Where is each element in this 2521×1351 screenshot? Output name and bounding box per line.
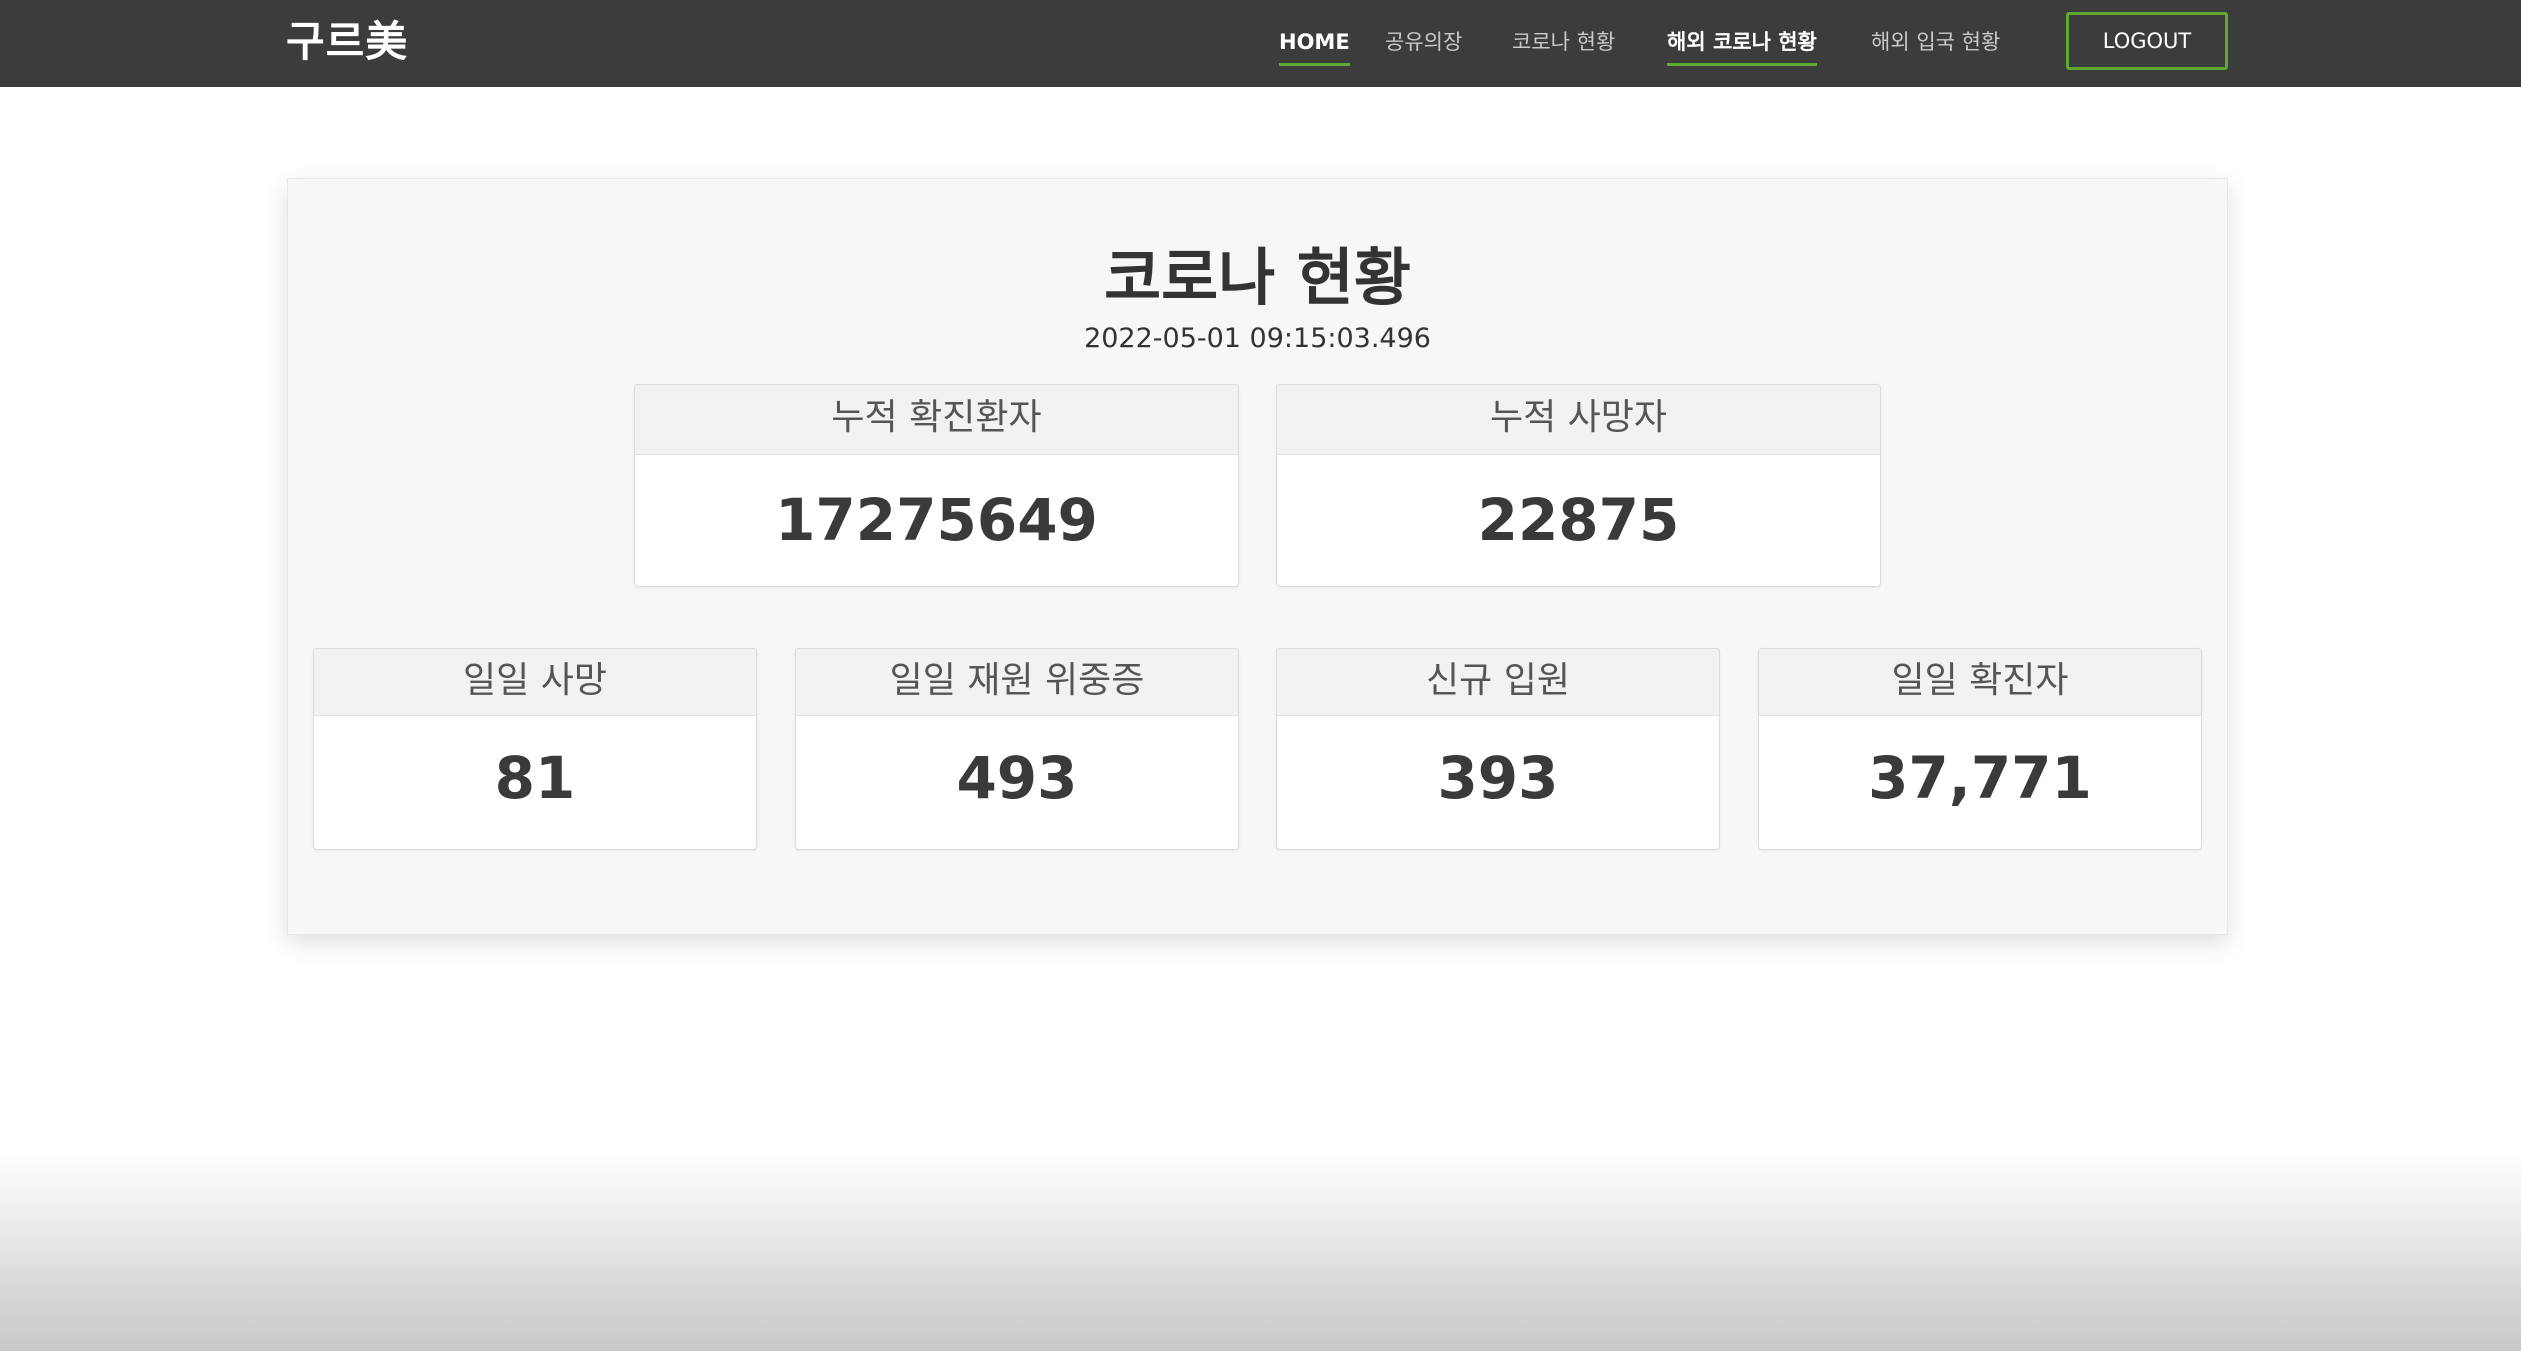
nav-link-shared-council[interactable]: 공유의장 — [1385, 22, 1462, 62]
card-value: 81 — [494, 744, 576, 812]
card-label: 신규 입원 — [1277, 649, 1719, 716]
card-label: 누적 사망자 — [1277, 385, 1880, 455]
card-label: 일일 확진자 — [1759, 649, 2201, 716]
nav-link-overseas-corona[interactable]: 해외 코로나 현황 — [1667, 22, 1817, 66]
card-label: 누적 확진환자 — [635, 385, 1238, 455]
daily-deaths-card: 일일 사망 81 — [313, 648, 757, 850]
nav-link-corona-status[interactable]: 코로나 현황 — [1512, 22, 1615, 62]
nav-link-home[interactable]: HOME — [1279, 22, 1350, 66]
card-label: 일일 재원 위중증 — [796, 649, 1238, 716]
logout-button[interactable]: LOGOUT — [2066, 12, 2228, 70]
update-timestamp: 2022-05-01 09:15:03.496 — [1084, 323, 1431, 354]
nav-link-overseas-entry[interactable]: 해외 입국 현황 — [1871, 22, 2000, 62]
card-label: 일일 사망 — [314, 649, 756, 716]
daily-confirmed-card: 일일 확진자 37,771 — [1758, 648, 2202, 850]
card-value: 22875 — [1477, 486, 1680, 554]
card-value: 493 — [956, 744, 1078, 812]
card-value: 393 — [1437, 744, 1559, 812]
corona-status-panel: 코로나 현황 2022-05-01 09:15:03.496 누적 확진환자 1… — [287, 178, 2228, 935]
page-title: 코로나 현황 — [1104, 241, 1411, 314]
daily-critical-card: 일일 재원 위중증 493 — [795, 648, 1239, 850]
cumulative-deaths-card: 누적 사망자 22875 — [1276, 384, 1881, 587]
bottom-fade-overlay — [0, 1150, 2521, 1351]
new-admissions-card: 신규 입원 393 — [1276, 648, 1720, 850]
brand-logo[interactable]: 구르美 — [286, 12, 408, 72]
card-value: 17275649 — [775, 486, 1098, 554]
cumulative-confirmed-card: 누적 확진환자 17275649 — [634, 384, 1239, 587]
card-value: 37,771 — [1868, 744, 2092, 812]
top-navbar: 구르美 HOME 공유의장 코로나 현황 해외 코로나 현황 해외 입국 현황 … — [0, 0, 2521, 87]
